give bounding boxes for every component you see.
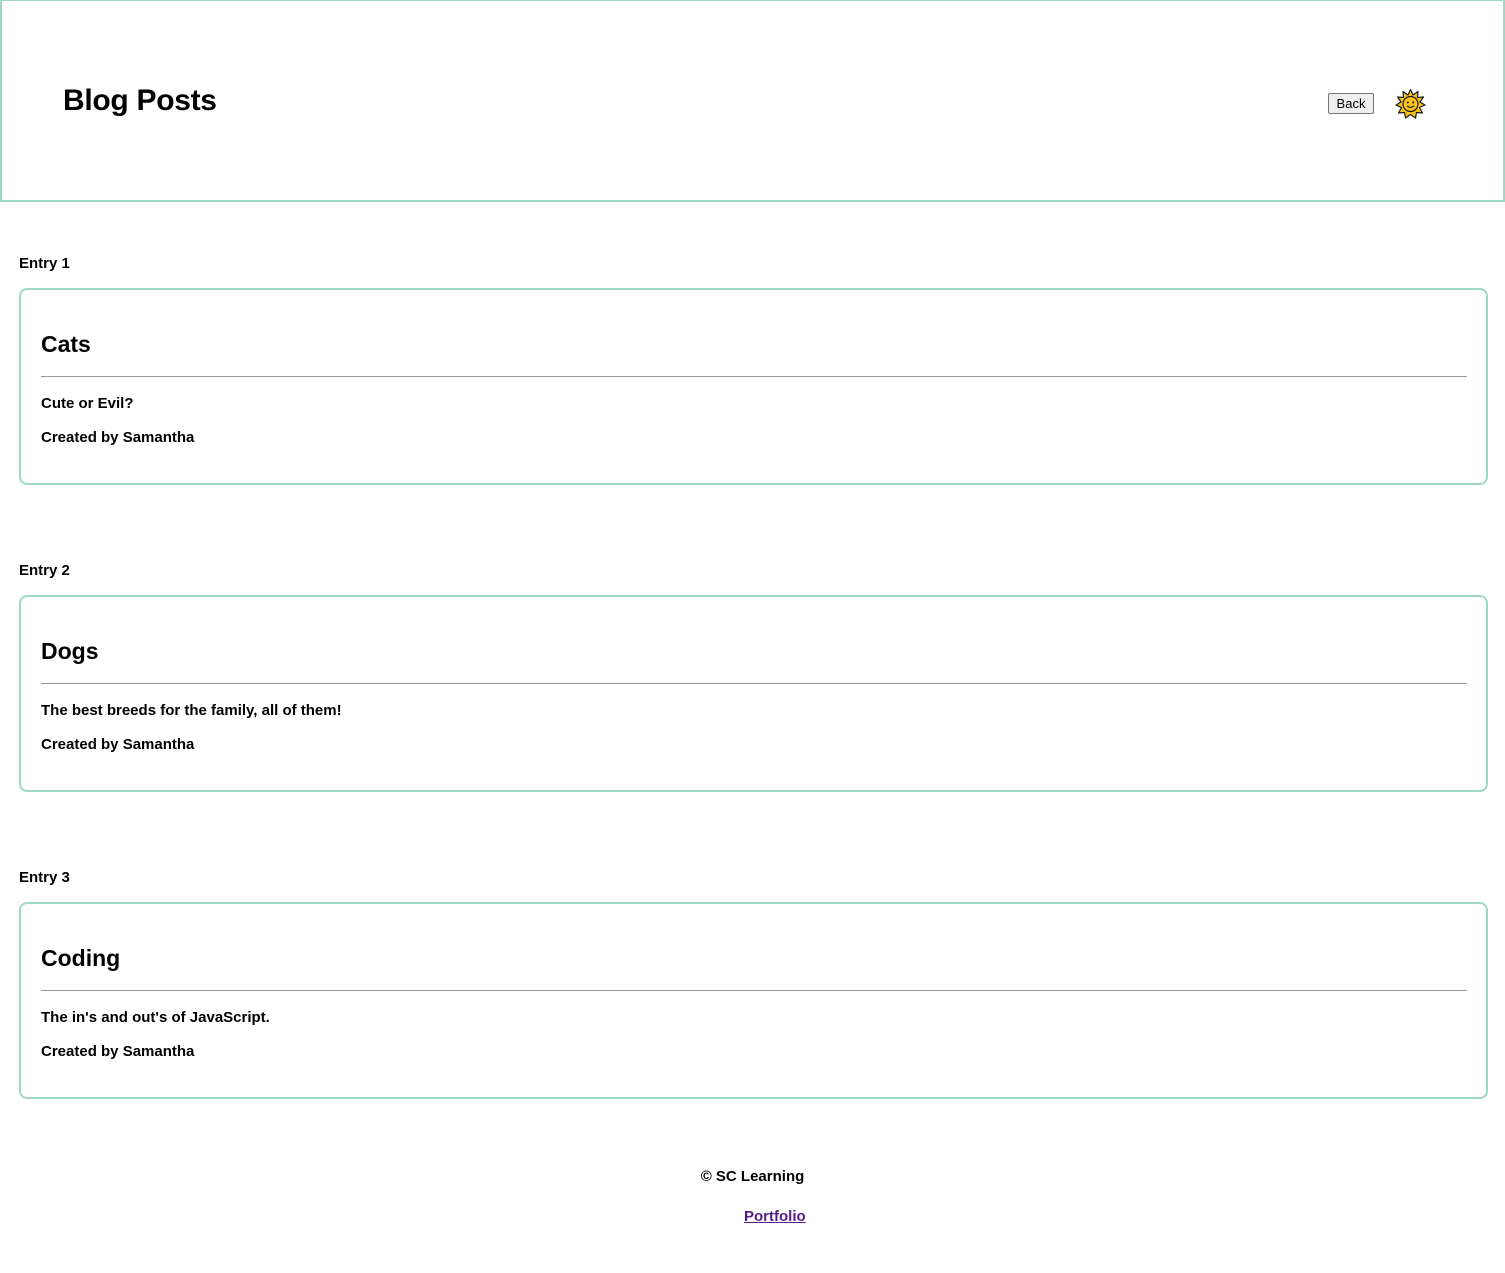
- entry-label: Entry 1: [19, 255, 70, 272]
- post-title: Coding: [41, 945, 121, 971]
- copyright-text: © SC Learning: [700, 1168, 805, 1185]
- blog-post-card: Coding The in's and out's of JavaScript.…: [19, 902, 1488, 1099]
- post-subtitle: The in's and out's of JavaScript.: [41, 1009, 270, 1026]
- entry-label: Entry 2: [19, 562, 70, 579]
- post-divider: [41, 376, 1467, 377]
- blog-post-card: Cats Cute or Evil? Created by Samantha: [19, 288, 1488, 485]
- entry-label: Entry 3: [19, 869, 70, 886]
- post-divider: [41, 990, 1467, 991]
- page-title: Blog Posts: [63, 84, 217, 117]
- post-title: Dogs: [41, 638, 99, 664]
- back-button[interactable]: Back: [1328, 93, 1374, 114]
- site-header: Blog Posts Back: [0, 0, 1505, 202]
- post-author: Created by Samantha: [41, 1043, 195, 1060]
- post-subtitle: The best breeds for the family, all of t…: [41, 702, 342, 719]
- post-author: Created by Samantha: [41, 736, 195, 753]
- portfolio-link[interactable]: Portfolio: [744, 1208, 806, 1226]
- post-subtitle: Cute or Evil?: [41, 395, 134, 412]
- post-divider: [41, 683, 1467, 684]
- blog-post-card: Dogs The best breeds for the family, all…: [19, 595, 1488, 792]
- sun-icon-graphic: [1395, 88, 1426, 119]
- post-title: Cats: [41, 331, 91, 357]
- sun-icon[interactable]: [1395, 88, 1426, 119]
- post-author: Created by Samantha: [41, 429, 195, 446]
